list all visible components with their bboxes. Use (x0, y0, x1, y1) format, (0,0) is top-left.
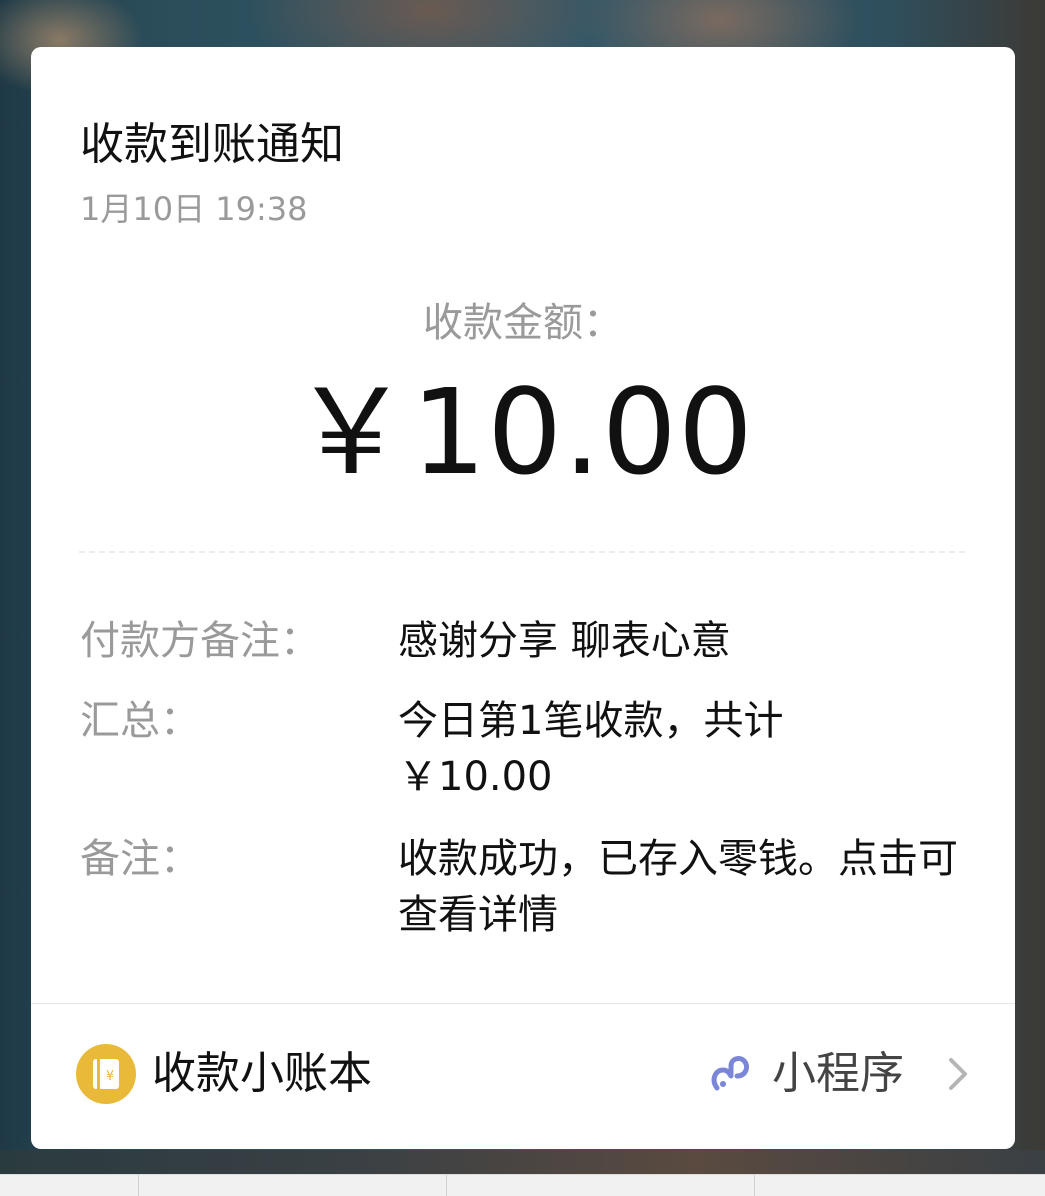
bottom-toolbar-strip (0, 1174, 1045, 1196)
amount-value: ￥10.00 (292, 363, 754, 501)
summary-value: 今日第1笔收款，共计￥10.00 (398, 698, 784, 800)
toolbar-separator (446, 1175, 447, 1196)
mini-program-footer[interactable]: ¥ 收款小账本 小程序 (31, 1004, 1015, 1149)
payer-note-label: 付款方备注： (80, 618, 320, 664)
dashed-divider (79, 551, 965, 553)
payer-note-value: 感谢分享 聊表心意 (398, 618, 731, 664)
mini-program-label: 小程序 (772, 1048, 904, 1099)
toolbar-separator (754, 1175, 755, 1196)
summary-label: 汇总： (80, 698, 200, 744)
svg-text:¥: ¥ (106, 1069, 114, 1084)
notification-title: 收款到账通知 (80, 119, 344, 170)
remark-label: 备注： (80, 836, 200, 882)
background-photo-bottom (0, 1150, 1045, 1174)
notification-time: 1月10日 19:38 (80, 190, 308, 228)
payment-notification-card[interactable]: 收款到账通知 1月10日 19:38 收款金额： ￥10.00 付款方备注： 感… (31, 47, 1015, 1149)
ledger-yen-icon: ¥ (76, 1044, 136, 1104)
mini-program-icon (707, 1050, 755, 1098)
toolbar-separator (138, 1175, 139, 1196)
amount-label: 收款金额： (423, 300, 623, 346)
remark-value: 收款成功，已存入零钱。点击可查看详情 (398, 836, 958, 938)
mini-program-app-name[interactable]: 收款小账本 (152, 1044, 372, 1104)
chevron-right-icon[interactable] (943, 1056, 973, 1092)
